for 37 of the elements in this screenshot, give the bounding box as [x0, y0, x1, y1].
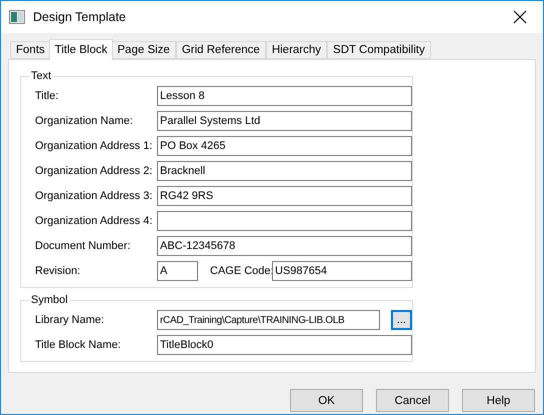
field-label: Organization Address 4:	[35, 215, 154, 227]
tab[interactable]: Fonts	[10, 41, 51, 59]
text-field[interactable]: Parallel Systems Ltd	[157, 111, 412, 131]
field-label: Revision:	[35, 265, 82, 277]
text-field[interactable]: Bracknell	[157, 161, 412, 181]
browse-button[interactable]: ...	[391, 310, 412, 330]
window-title: Design Template	[33, 10, 127, 24]
text-field[interactable]: RG42 9RS	[157, 186, 412, 206]
group-title: Text	[30, 70, 52, 82]
tab[interactable]: Grid Reference	[176, 41, 266, 59]
dialog-button[interactable]: Help	[462, 389, 535, 412]
text-field[interactable]: ABC-12345678	[157, 236, 412, 256]
field-label: Organization Name:	[35, 115, 134, 127]
field-label: Library Name:	[35, 314, 106, 326]
text-field[interactable]: A	[157, 261, 198, 281]
field-label: Organization Address 1:	[35, 140, 154, 152]
close-icon	[513, 10, 527, 24]
text-field[interactable]: PO Box 4265	[157, 136, 412, 156]
text-field[interactable]: rCAD_Training\Capture\TRAINING-LIB.OLB	[157, 310, 380, 330]
field-label: CAGE Code:	[210, 265, 272, 277]
group-title: Symbol	[30, 294, 69, 306]
tab[interactable]: Title Block	[48, 39, 114, 60]
field-label: Document Number:	[35, 240, 132, 252]
tab[interactable]: Hierarchy	[266, 41, 328, 59]
tab[interactable]: Page Size	[111, 41, 176, 59]
text-field[interactable]: US987654	[272, 261, 412, 281]
text-field[interactable]: TitleBlock0	[157, 335, 412, 355]
text-field[interactable]: Lesson 8	[157, 86, 412, 106]
tab[interactable]: SDT Compatibility	[327, 41, 431, 59]
window-app-icon	[9, 10, 25, 24]
text-field[interactable]	[157, 211, 412, 231]
field-label: Organization Address 2:	[35, 165, 154, 177]
dialog-button[interactable]: OK	[290, 389, 363, 412]
field-label: Title Block Name:	[35, 339, 122, 351]
dialog-button[interactable]: Cancel	[376, 389, 449, 412]
field-label: Organization Address 3:	[35, 190, 154, 202]
field-label: Title:	[35, 90, 60, 102]
